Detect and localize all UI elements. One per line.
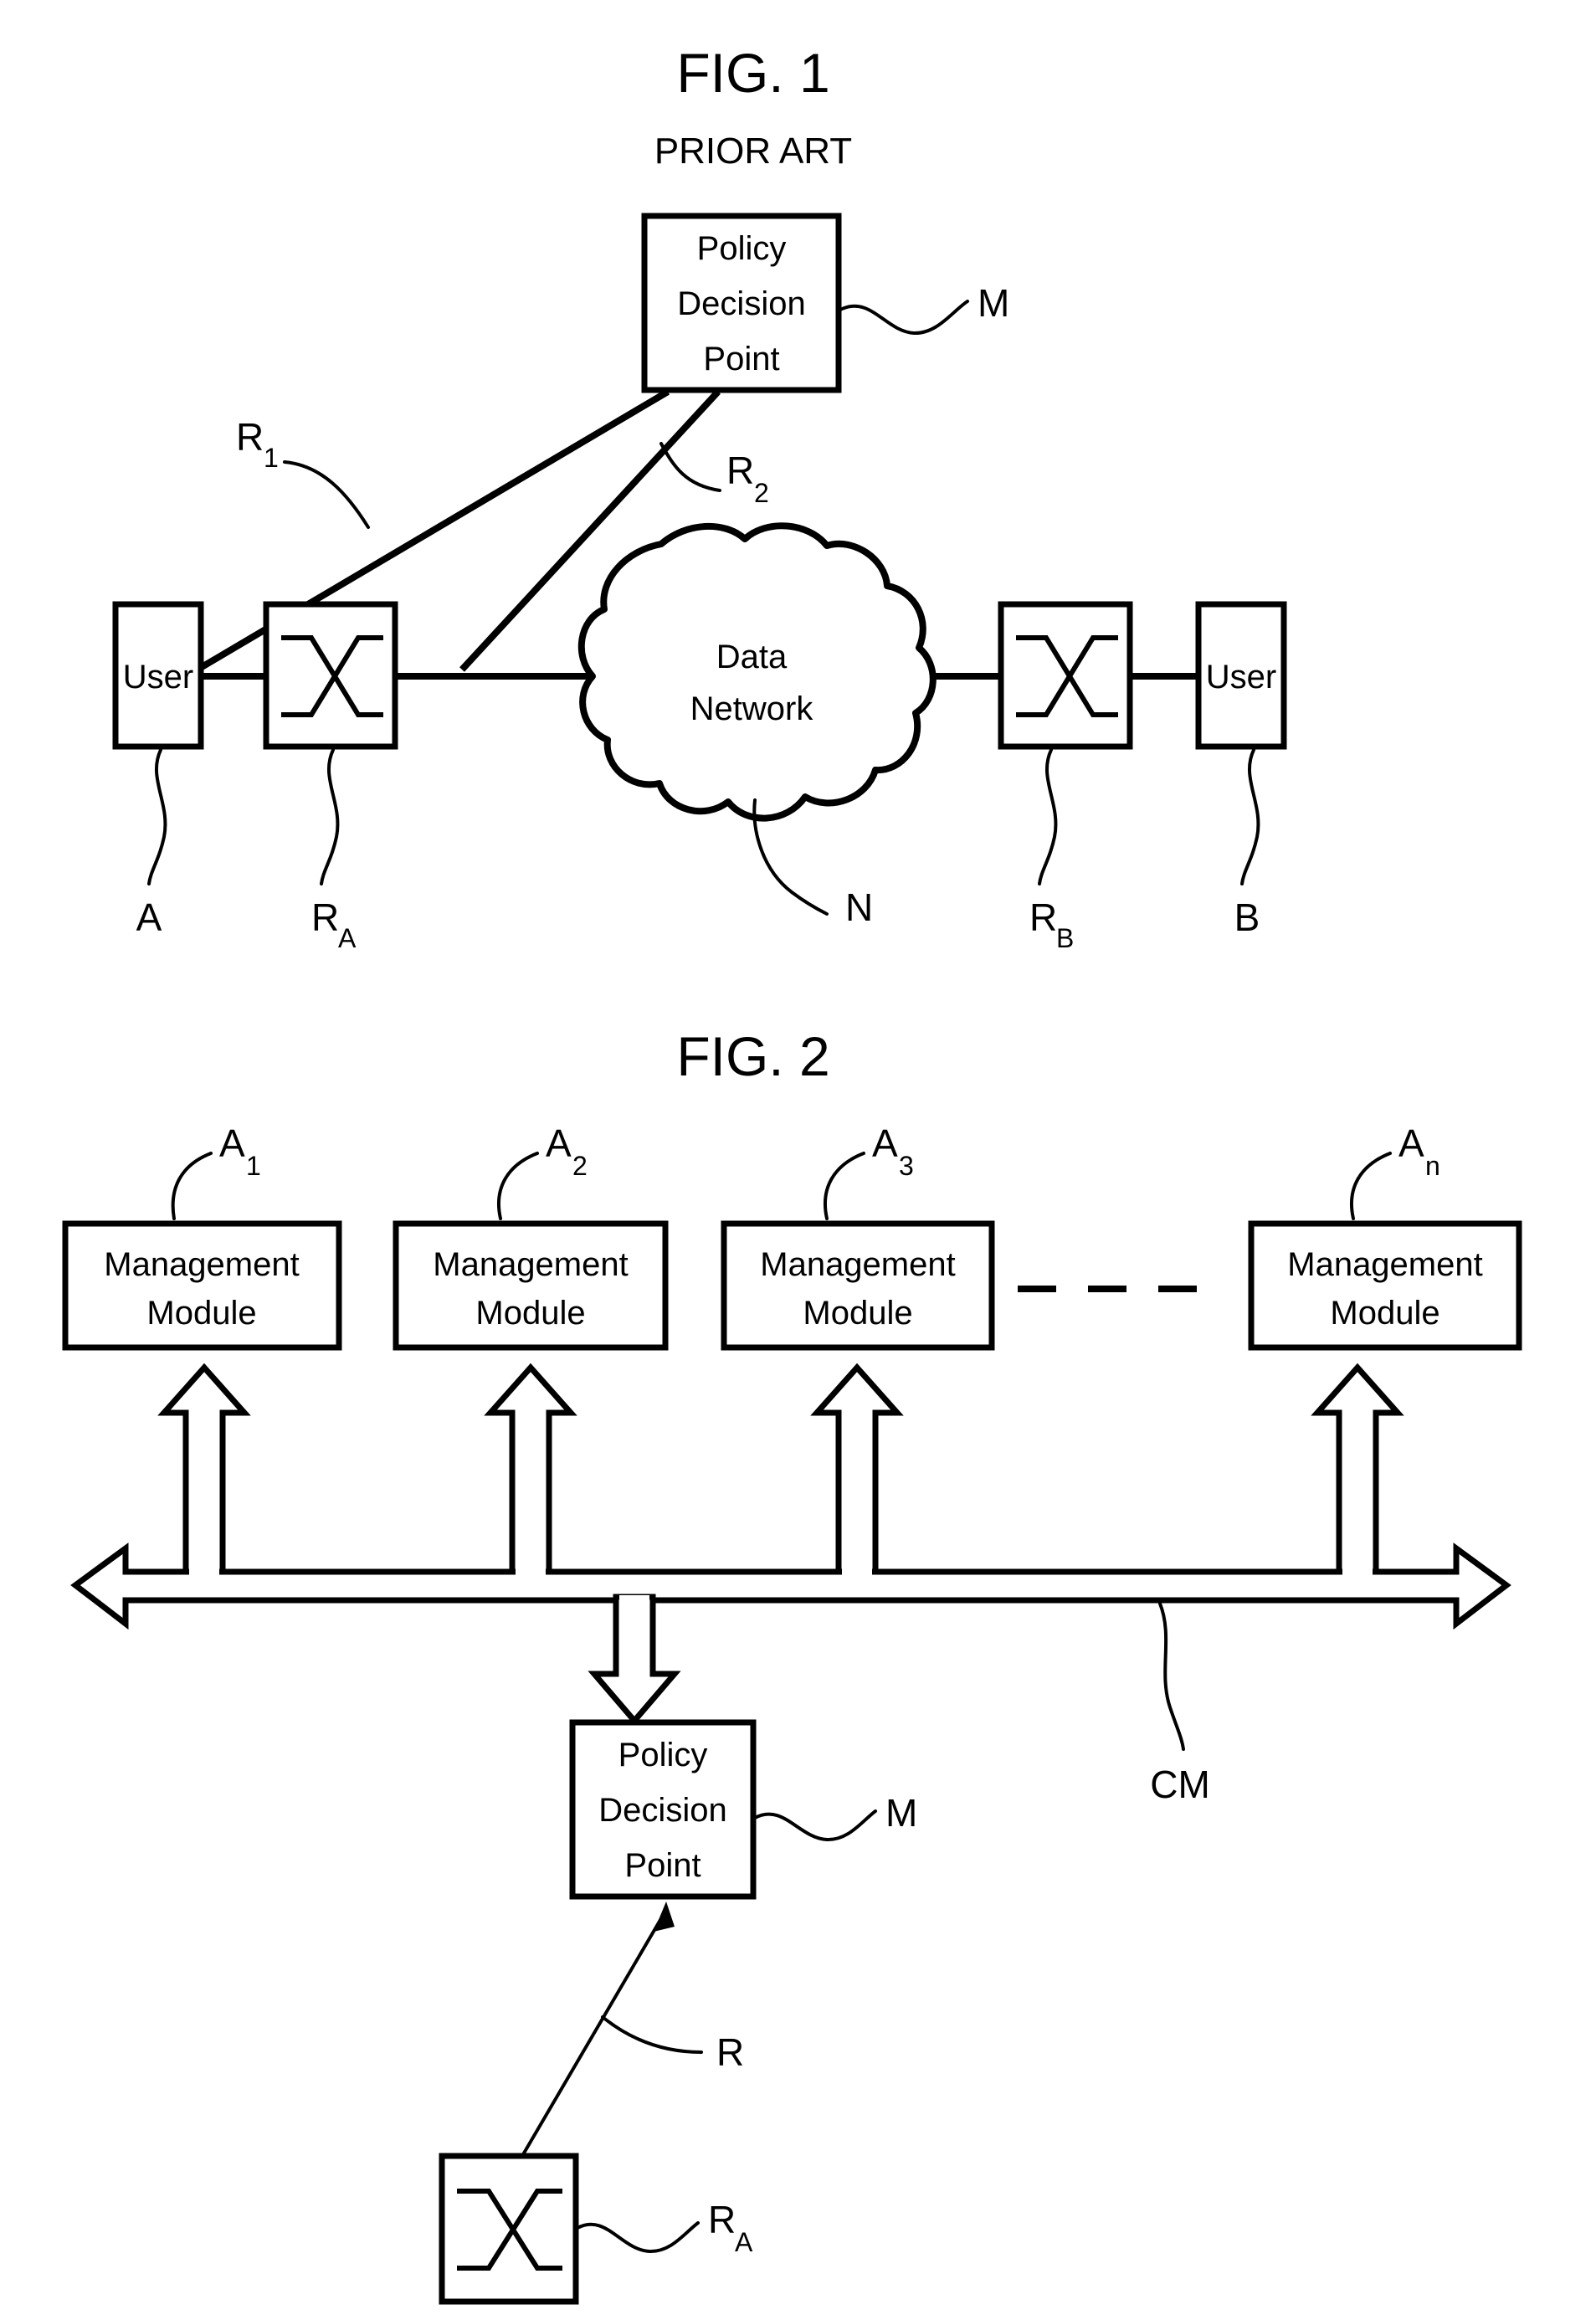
fig2-router-pdp-line: [521, 1908, 668, 2158]
fig2-management-module-2: Management Module A 2: [393, 1122, 669, 1351]
fig1-user-right-label: User: [1206, 659, 1276, 695]
fig2-bus-leader: [1158, 1602, 1185, 1751]
fig2-communication-bus: [70, 1542, 1511, 1630]
fig2-module-3-ref: A: [872, 1122, 898, 1165]
fig2-pdp-line3: Point: [624, 1847, 700, 1884]
fig1-title: FIG. 1: [676, 42, 829, 104]
fig1-r1-ref-sub: 1: [264, 443, 279, 473]
fig2-router-ref: R: [708, 2198, 736, 2241]
fig1-ra-leader: [320, 748, 340, 885]
fig2-bus-join-n: [1342, 1567, 1373, 1577]
fig2-management-module-n: Management Module A n: [1248, 1122, 1522, 1351]
fig1-router-left-ref: R: [311, 896, 339, 939]
fig1-r1-ref: R: [236, 415, 264, 459]
fig2-router-link-ref: R: [716, 2030, 744, 2074]
fig2-module-1-ref: A: [219, 1122, 245, 1165]
fig2-module-3-line1: Management: [760, 1246, 955, 1283]
fig2-bus-join-pdp: [619, 1595, 649, 1605]
figures-canvas: FIG. 1 PRIOR ART Policy Decision Point M…: [62, 42, 1522, 2305]
fig2-module-1-line2: Module: [146, 1295, 256, 1332]
fig1-user-b: User: [1195, 601, 1287, 750]
fig2-bus-ref: CM: [1150, 1763, 1210, 1806]
fig2-bus-join-2: [516, 1567, 546, 1577]
fig1-router-right-box: [998, 601, 1133, 750]
fig1-cloud-line1: Data: [716, 639, 788, 675]
fig2-management-module-3: Management Module A 3: [721, 1122, 995, 1351]
fig1-user-a: User: [112, 601, 204, 750]
fig1-cloud-line2: Network: [690, 690, 814, 727]
fig1-router-right-ref-sub: B: [1056, 923, 1074, 953]
fig2-router-ref-sub: A: [735, 2227, 753, 2257]
fig2-router-link-leader: [601, 2015, 703, 2054]
fig2-router-pdp-arrowhead: [654, 1902, 675, 1932]
fig2-module-n-ref: A: [1398, 1122, 1424, 1165]
fig1-network-ref: N: [845, 885, 873, 929]
fig2-module-2-ref-sub: 2: [572, 1151, 588, 1181]
fig2-module-n-ref-sub: n: [1425, 1151, 1440, 1181]
fig2-module-2-ref: A: [546, 1122, 572, 1165]
fig2-bus-arrow-down-pdp: [588, 1594, 681, 1726]
fig2-module-3-ref-sub: 3: [899, 1151, 914, 1181]
fig2-title: FIG. 2: [676, 1025, 829, 1087]
fig1-router-left-box: [263, 601, 398, 750]
fig1-r1-label-group: R 1: [236, 415, 370, 529]
fig1-pdp-line3: Point: [703, 341, 779, 377]
fig1-router-left-ref-sub: A: [338, 923, 357, 953]
fig2-module-1-leader: [171, 1152, 213, 1220]
fig1-rb-leader: [1038, 748, 1058, 885]
fig2-bus-arrow-up-2: [484, 1363, 577, 1575]
fig1-router-right-ref: R: [1029, 896, 1057, 939]
fig2-router-ref-group: R A: [708, 2198, 753, 2257]
fig2-bus-arrow-up-n: [1311, 1363, 1404, 1575]
fig2-bus-join-1: [189, 1567, 219, 1577]
fig1-user-left-ref: A: [136, 896, 162, 939]
fig2-module-n-line1: Management: [1287, 1246, 1482, 1283]
fig1-r2-ref-sub: 2: [754, 478, 769, 508]
fig1-router-a: [263, 601, 398, 750]
fig1-pdp-line1: Policy: [697, 230, 787, 267]
fig2-bus-join-3: [842, 1567, 872, 1577]
fig1-r2-label-group: R 2: [659, 442, 769, 508]
fig2-pdp-line1: Policy: [618, 1737, 708, 1773]
fig1-policy-decision-point: Policy Decision Point: [641, 213, 842, 393]
fig2-module-3-line2: Module: [803, 1295, 912, 1332]
fig2-management-module-1: Management Module A 1: [62, 1122, 342, 1351]
fig2-module-n-leader: [1349, 1152, 1392, 1220]
fig2-module-1-ref-sub: 1: [246, 1151, 261, 1181]
fig2-policy-decision-point: Policy Decision Point: [569, 1719, 757, 1900]
fig2-router-box: [439, 2153, 579, 2305]
fig1-b-leader: [1240, 748, 1260, 885]
fig2-bus-arrow-up-1: [157, 1363, 251, 1575]
fig1-user-left-label: User: [123, 659, 193, 695]
fig2-router-link: [521, 1902, 675, 2158]
fig1-pdp-leader: [839, 300, 969, 336]
fig2-pdp-line2: Decision: [598, 1792, 726, 1829]
fig1-pdp-line2: Decision: [677, 285, 805, 322]
fig1-r2-leader: [659, 442, 721, 492]
fig1-a-leader: [147, 748, 167, 885]
fig2-router-a: [439, 2153, 579, 2305]
fig2-module-n-line2: Module: [1330, 1295, 1439, 1332]
fig1-r1-leader: [283, 460, 370, 529]
fig2-module-1-line1: Management: [104, 1246, 299, 1283]
fig2-module-2-line2: Module: [475, 1295, 585, 1332]
fig1-r2-ref: R: [726, 449, 754, 492]
fig2-module-2-line1: Management: [433, 1246, 628, 1283]
patent-drawing-sheet: FIG. 1 PRIOR ART Policy Decision Point M…: [0, 0, 1596, 2320]
fig1-router-b: [998, 601, 1133, 750]
fig2-router-leader: [576, 2221, 700, 2254]
fig1-router-left-ref-group: R A: [311, 896, 357, 953]
fig1-subtitle: PRIOR ART: [654, 131, 852, 172]
fig1-data-network-cloud: Data Network: [577, 522, 937, 822]
fig2-bus-arrow-up-3: [810, 1363, 904, 1575]
fig1-pdp-ref: M: [978, 281, 1009, 325]
fig2-pdp-ref: M: [885, 1791, 917, 1835]
fig2-pdp-leader: [753, 1809, 877, 1842]
fig1-user-right-ref: B: [1234, 896, 1260, 939]
fig2-module-3-leader: [823, 1152, 865, 1220]
fig1-router-right-ref-group: R B: [1029, 896, 1074, 953]
fig2-module-2-leader: [496, 1152, 539, 1220]
